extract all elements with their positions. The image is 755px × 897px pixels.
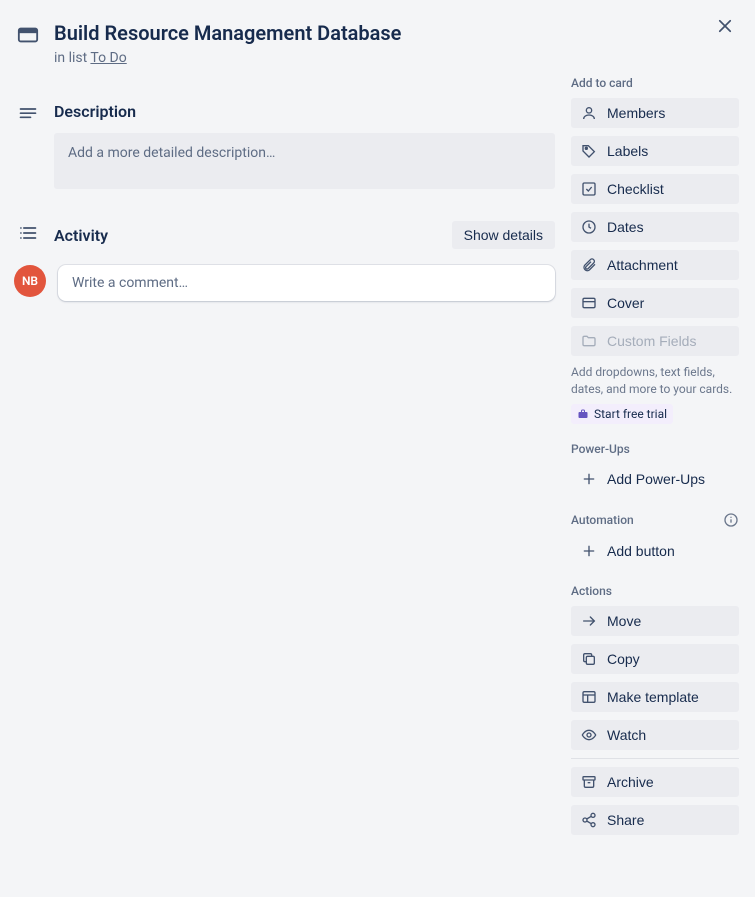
list-link[interactable]: To Do bbox=[90, 50, 126, 66]
list-subtitle: in list To Do bbox=[54, 50, 555, 66]
copy-icon bbox=[581, 651, 597, 667]
in-list-prefix: in list bbox=[54, 50, 90, 66]
activity-section: Activity Show details bbox=[12, 213, 555, 249]
dates-button[interactable]: Dates bbox=[571, 212, 739, 242]
add-power-ups-label: Add Power-Ups bbox=[607, 471, 705, 487]
add-button-button[interactable]: Add button bbox=[571, 536, 739, 566]
archive-label: Archive bbox=[607, 774, 654, 790]
watch-label: Watch bbox=[607, 727, 646, 743]
close-icon bbox=[716, 17, 734, 35]
person-icon bbox=[581, 105, 597, 121]
description-icon bbox=[16, 102, 40, 124]
archive-button[interactable]: Archive bbox=[571, 767, 739, 797]
sidebar: Add to card Members Labels Checklist Dat… bbox=[571, 12, 739, 843]
comment-input[interactable] bbox=[58, 265, 555, 301]
attachment-button[interactable]: Attachment bbox=[571, 250, 739, 280]
dates-label: Dates bbox=[607, 219, 644, 235]
automation-heading: Automation bbox=[571, 512, 739, 528]
watch-button[interactable]: Watch bbox=[571, 720, 739, 750]
show-details-button[interactable]: Show details bbox=[452, 221, 555, 249]
activity-icon bbox=[16, 221, 40, 243]
clock-icon bbox=[581, 219, 597, 235]
make-template-label: Make template bbox=[607, 689, 699, 705]
start-trial-button[interactable]: Start free trial bbox=[571, 404, 673, 424]
share-button[interactable]: Share bbox=[571, 805, 739, 835]
labels-label: Labels bbox=[607, 143, 648, 159]
attachment-label: Attachment bbox=[607, 257, 678, 273]
cover-icon bbox=[581, 295, 597, 311]
power-ups-heading: Power-Ups bbox=[571, 442, 739, 456]
card-icon bbox=[16, 20, 40, 46]
arrow-right-icon bbox=[581, 613, 597, 629]
checklist-label: Checklist bbox=[607, 181, 664, 197]
copy-button[interactable]: Copy bbox=[571, 644, 739, 674]
close-button[interactable] bbox=[709, 10, 741, 42]
description-section: Description Add a more detailed descript… bbox=[12, 94, 555, 189]
activity-heading: Activity bbox=[54, 226, 108, 245]
add-button-label: Add button bbox=[607, 543, 675, 559]
divider bbox=[571, 758, 739, 759]
description-heading: Description bbox=[54, 102, 555, 121]
share-icon bbox=[581, 812, 597, 828]
actions-heading: Actions bbox=[571, 584, 739, 598]
archive-icon bbox=[581, 774, 597, 790]
checklist-icon bbox=[581, 181, 597, 197]
description-input[interactable]: Add a more detailed description… bbox=[54, 133, 555, 189]
labels-button[interactable]: Labels bbox=[571, 136, 739, 166]
avatar[interactable]: NB bbox=[14, 265, 46, 297]
add-power-ups-button[interactable]: Add Power-Ups bbox=[571, 464, 739, 494]
custom-fields-note: Add dropdowns, text fields, dates, and m… bbox=[571, 364, 739, 398]
tag-icon bbox=[581, 143, 597, 159]
folder-icon bbox=[581, 333, 597, 349]
share-label: Share bbox=[607, 812, 644, 828]
move-button[interactable]: Move bbox=[571, 606, 739, 636]
move-label: Move bbox=[607, 613, 641, 629]
main-column: Build Resource Management Database in li… bbox=[12, 12, 555, 843]
comment-row: NB bbox=[12, 265, 555, 301]
add-to-card-heading: Add to card bbox=[571, 76, 739, 90]
members-label: Members bbox=[607, 105, 665, 121]
plus-icon bbox=[581, 543, 597, 559]
cover-label: Cover bbox=[607, 295, 644, 311]
checklist-button[interactable]: Checklist bbox=[571, 174, 739, 204]
cover-button[interactable]: Cover bbox=[571, 288, 739, 318]
paperclip-icon bbox=[581, 257, 597, 273]
briefcase-icon bbox=[577, 408, 589, 420]
plus-icon bbox=[581, 471, 597, 487]
custom-fields-button[interactable]: Custom Fields bbox=[571, 326, 739, 356]
card-header: Build Resource Management Database in li… bbox=[12, 12, 555, 70]
members-button[interactable]: Members bbox=[571, 98, 739, 128]
eye-icon bbox=[581, 727, 597, 743]
trial-label: Start free trial bbox=[594, 407, 667, 421]
copy-label: Copy bbox=[607, 651, 640, 667]
make-template-button[interactable]: Make template bbox=[571, 682, 739, 712]
custom-fields-label: Custom Fields bbox=[607, 333, 696, 349]
info-icon[interactable] bbox=[723, 512, 739, 528]
automation-heading-label: Automation bbox=[571, 513, 634, 527]
card-modal: Build Resource Management Database in li… bbox=[0, 0, 755, 855]
template-icon bbox=[581, 689, 597, 705]
card-title[interactable]: Build Resource Management Database bbox=[54, 20, 555, 46]
